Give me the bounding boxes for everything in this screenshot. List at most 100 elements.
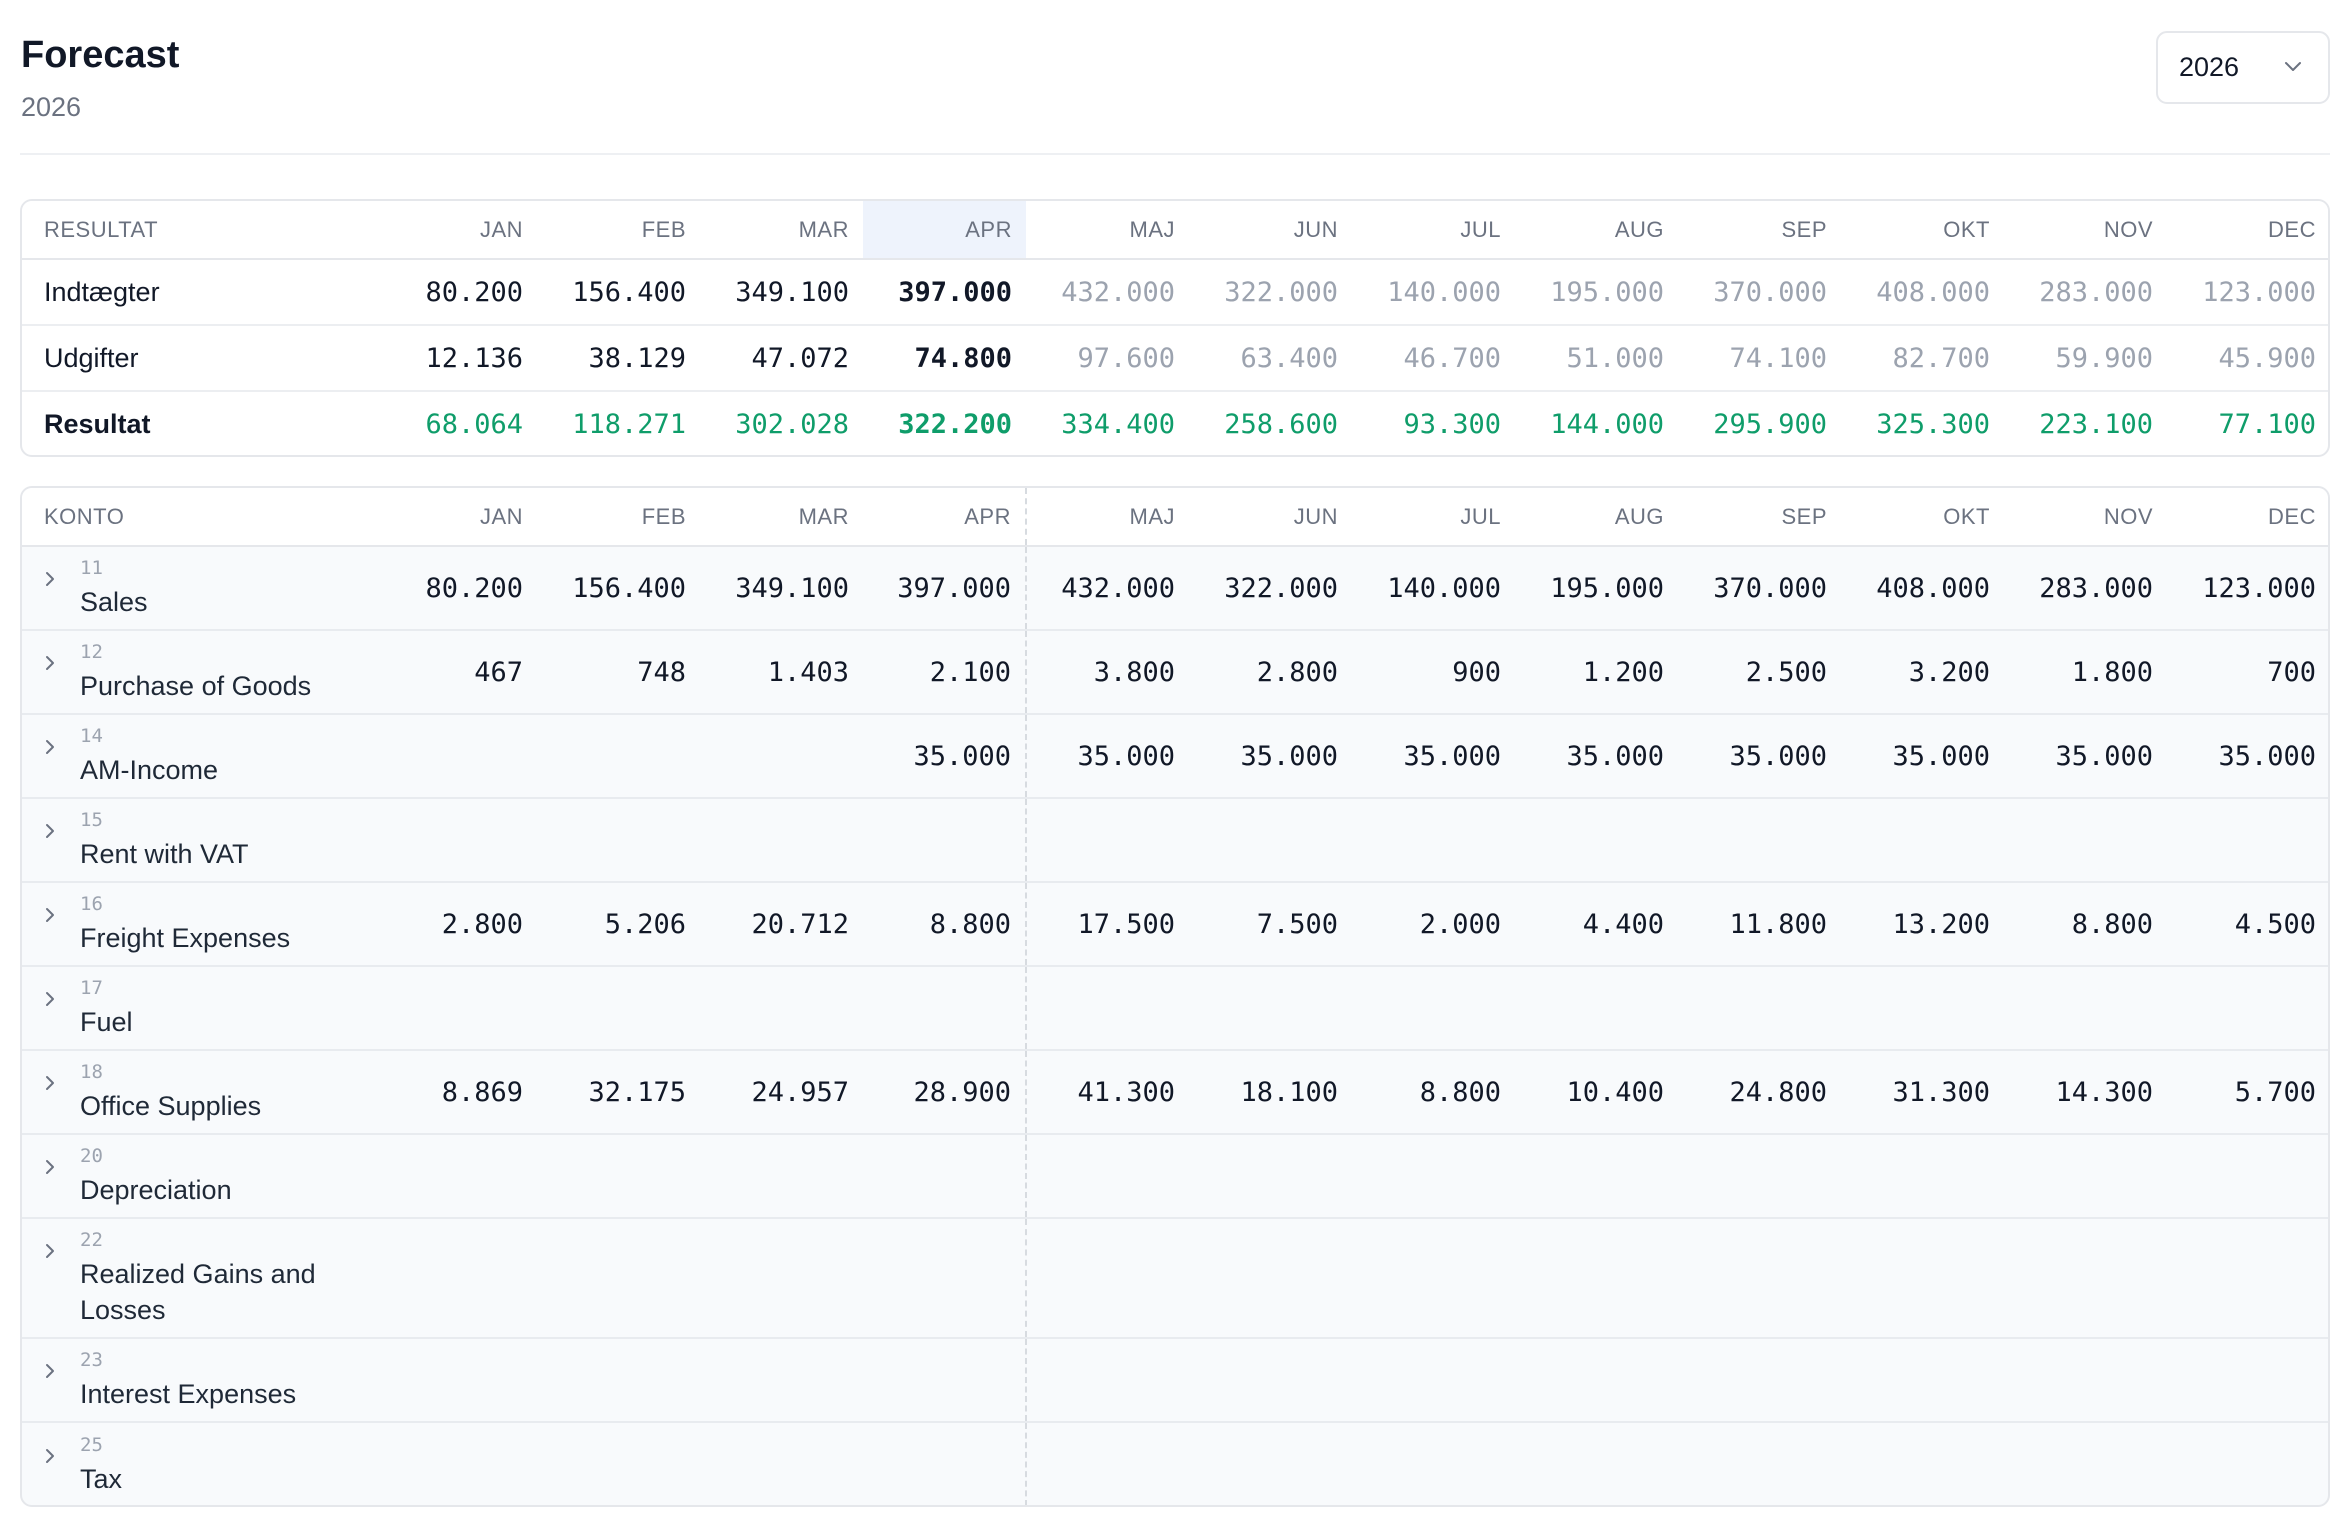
account-value-cell — [700, 1218, 863, 1339]
account-value-cell — [1678, 1134, 1841, 1219]
account-value-cell: 748 — [537, 630, 700, 715]
table-row[interactable]: 23 Interest Expenses — [22, 1338, 2328, 1423]
account-value-cell: 35.000 — [863, 714, 1027, 799]
account-text: 17 Fuel — [80, 976, 133, 1040]
account-value-cell: 4.400 — [1515, 882, 1678, 967]
year-select[interactable]: 2026 — [2156, 31, 2330, 104]
chevron-right-icon — [46, 1364, 54, 1378]
month-header-apr: APR — [863, 201, 1026, 260]
month-header-mar: MAR — [700, 488, 863, 547]
table-row[interactable]: 25 Tax — [22, 1422, 2328, 1505]
account-value-cell: 7.500 — [1189, 882, 1352, 967]
account-value-cell — [1352, 1134, 1515, 1219]
account-cell: 20 Depreciation — [22, 1134, 374, 1219]
account-label: 17 Fuel — [44, 976, 360, 1040]
summary-cell: 195.000 — [1515, 259, 1678, 326]
account-value-cell — [1189, 798, 1352, 883]
summary-cell: 370.000 — [1678, 259, 1841, 326]
expand-row-button[interactable] — [44, 1144, 80, 1183]
account-value-cell: 2.800 — [374, 882, 537, 967]
account-value-cell — [1515, 1218, 1678, 1339]
summary-row-label: Indtægter — [22, 259, 374, 326]
account-value-cell — [700, 1134, 863, 1219]
account-value-cell — [2004, 1134, 2167, 1219]
expand-row-button[interactable] — [44, 640, 80, 679]
account-label: 12 Purchase of Goods — [44, 640, 360, 704]
account-text: 18 Office Supplies — [80, 1060, 261, 1124]
table-row[interactable]: 15 Rent with VAT — [22, 798, 2328, 883]
account-value-cell: 80.200 — [374, 546, 537, 631]
account-label: 16 Freight Expenses — [44, 892, 360, 956]
summary-cell: 46.700 — [1352, 325, 1515, 392]
table-row[interactable]: 14 AM-Income 35.000 35.000 35.000 35.000 35.00… — [22, 714, 2328, 799]
month-header-aug: AUG — [1515, 201, 1678, 260]
summary-header-row: RESULTAT JAN FEB MAR APR MAJ JUN JUL AUG SEP OKT NO… — [22, 201, 2328, 260]
expand-row-button[interactable] — [44, 556, 80, 595]
year-select-value: 2026 — [2179, 52, 2240, 82]
account-number: 17 — [80, 977, 103, 999]
summary-cell: 334.400 — [1061, 409, 1175, 440]
account-value-cell — [863, 1134, 1027, 1219]
account-value-cell: 397.000 — [863, 546, 1027, 631]
expand-row-button[interactable] — [44, 1228, 80, 1267]
account-value-cell: 8.800 — [863, 882, 1027, 967]
expand-row-button[interactable] — [44, 1060, 80, 1099]
summary-cell: 59.900 — [2004, 325, 2167, 392]
table-row[interactable]: 16 Freight Expenses 2.800 5.206 20.712 8.800 1… — [22, 882, 2328, 967]
account-value-cell: 283.000 — [2004, 546, 2167, 631]
month-header-nov: NOV — [2004, 201, 2167, 260]
summary-header-label: RESULTAT — [22, 201, 374, 260]
account-value-cell — [537, 1134, 700, 1219]
summary-cell: 45.900 — [2167, 325, 2328, 392]
account-value-cell — [374, 1134, 537, 1219]
account-value-cell: 8.800 — [2004, 882, 2167, 967]
summary-cell: 156.400 — [537, 259, 700, 326]
account-value-cell: 41.300 — [1026, 1050, 1189, 1135]
account-value-cell: 432.000 — [1026, 546, 1189, 631]
table-row[interactable]: 17 Fuel — [22, 966, 2328, 1051]
chevron-right-icon — [46, 908, 54, 922]
summary-cell: 140.000 — [1352, 259, 1515, 326]
summary-cell: 118.271 — [572, 409, 686, 440]
month-header-jan: JAN — [374, 201, 537, 260]
table-row[interactable]: 11 Sales 80.200 156.400 349.100 397.000 432.00… — [22, 546, 2328, 631]
chevron-right-icon — [46, 1244, 54, 1258]
account-value-cell — [374, 1422, 537, 1505]
account-value-cell — [2004, 966, 2167, 1051]
account-value-cell — [1352, 1338, 1515, 1423]
expand-row-button[interactable] — [44, 1433, 80, 1472]
table-row[interactable]: 18 Office Supplies 8.869 32.175 24.957 28.900… — [22, 1050, 2328, 1135]
expand-row-button[interactable] — [44, 808, 80, 847]
summary-cell: 38.129 — [537, 325, 700, 392]
account-value-cell — [863, 1338, 1027, 1423]
summary-cell: 93.300 — [1403, 409, 1501, 440]
account-label: 15 Rent with VAT — [44, 808, 360, 872]
account-text: 15 Rent with VAT — [80, 808, 249, 872]
expand-row-button[interactable] — [44, 892, 80, 931]
summary-cell: 397.000 — [863, 259, 1026, 326]
account-value-cell: 5.700 — [2167, 1050, 2328, 1135]
account-value-cell — [1026, 798, 1189, 883]
table-row[interactable]: 22 Realized Gains and Losses — [22, 1218, 2328, 1339]
account-value-cell: 2.100 — [863, 630, 1027, 715]
account-value-cell — [2167, 1338, 2328, 1423]
account-value-cell — [1678, 1422, 1841, 1505]
account-label: 22 Realized Gains and Losses — [44, 1228, 360, 1328]
month-header-apr: APR — [863, 488, 1027, 547]
account-cell: 25 Tax — [22, 1422, 374, 1505]
account-value-cell — [1352, 1422, 1515, 1505]
month-header-nov: NOV — [2004, 488, 2167, 547]
account-value-cell — [700, 1338, 863, 1423]
account-value-cell: 35.000 — [2004, 714, 2167, 799]
summary-cell: 144.000 — [1550, 409, 1664, 440]
account-number: 20 — [80, 1145, 103, 1167]
expand-row-button[interactable] — [44, 976, 80, 1015]
expand-row-button[interactable] — [44, 1348, 80, 1387]
account-value-cell: 35.000 — [1189, 714, 1352, 799]
account-value-cell — [2004, 1422, 2167, 1505]
table-row[interactable]: 12 Purchase of Goods 467 748 1.403 2.100 3.800… — [22, 630, 2328, 715]
account-value-cell — [1515, 798, 1678, 883]
month-header-jun: JUN — [1189, 201, 1352, 260]
table-row[interactable]: 20 Depreciation — [22, 1134, 2328, 1219]
expand-row-button[interactable] — [44, 724, 80, 763]
